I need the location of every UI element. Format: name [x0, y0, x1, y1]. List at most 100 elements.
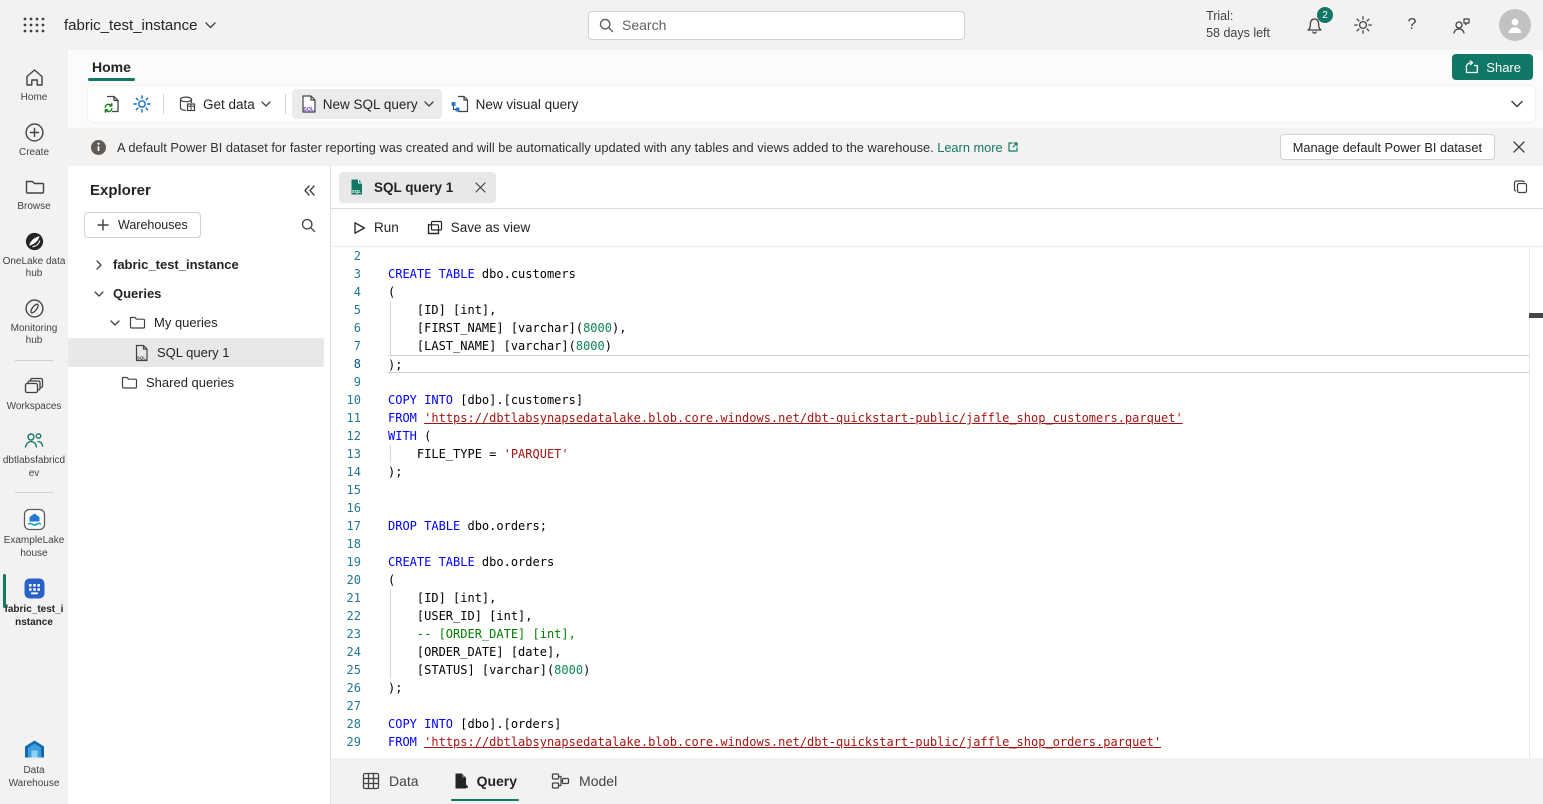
code-line[interactable]: 19CREATE TABLE dbo.orders: [331, 553, 1543, 571]
new-warehouse-button[interactable]: Warehouses: [84, 212, 201, 238]
tree-item-shared-queries[interactable]: Shared queries: [68, 368, 330, 397]
notifications-button[interactable]: 2: [1303, 14, 1325, 36]
code-line[interactable]: 24 [ORDER_DATE] [date],: [331, 643, 1543, 661]
code-line[interactable]: 15: [331, 481, 1543, 499]
close-tab-button[interactable]: [475, 182, 486, 193]
code-line[interactable]: 29FROM 'https://dbtlabsynapsedatalake.bl…: [331, 733, 1543, 751]
warehouse-settings-button[interactable]: [127, 89, 157, 119]
folder-icon: [23, 175, 46, 198]
account-avatar[interactable]: [1499, 9, 1531, 41]
code-line[interactable]: 4(: [331, 283, 1543, 301]
run-button[interactable]: Run: [343, 214, 409, 241]
share-icon: [1464, 60, 1479, 74]
save-as-view-button[interactable]: Save as view: [417, 214, 541, 241]
rail-item-monitoring-hub[interactable]: Monitoring hub: [0, 291, 68, 354]
code-line[interactable]: 20(: [331, 571, 1543, 589]
code-text: FROM 'https://dbtlabsynapsedatalake.blob…: [388, 409, 1543, 427]
code-line[interactable]: 18: [331, 535, 1543, 553]
query-tab[interactable]: SQL SQL query 1: [339, 172, 496, 203]
code-line[interactable]: 5 [ID] [int],: [331, 301, 1543, 319]
line-number: 13: [331, 445, 361, 463]
rail-item-data-warehouse[interactable]: Data Warehouse: [0, 731, 68, 796]
collapse-panel-icon[interactable]: [303, 185, 316, 196]
tree-item-sql-query-1[interactable]: SQL SQL query 1: [68, 338, 324, 367]
code-line[interactable]: 13 FILE_TYPE = 'PARQUET': [331, 445, 1543, 463]
rail-item-onelake-data-hub[interactable]: OneLake data hub: [0, 224, 68, 287]
plus-icon: [97, 219, 109, 231]
tab-model[interactable]: Model: [549, 768, 619, 794]
code-line[interactable]: 23 -- [ORDER_DATE] [int],: [331, 625, 1543, 643]
trial-status: Trial: 58 days left: [1206, 8, 1270, 42]
code-line[interactable]: 28COPY INTO [dbo].[orders]: [331, 715, 1543, 733]
code-line[interactable]: 17DROP TABLE dbo.orders;: [331, 517, 1543, 535]
line-number: 21: [331, 589, 361, 607]
refresh-button[interactable]: [98, 89, 127, 119]
rail-item-create[interactable]: Create: [0, 115, 68, 166]
code-line[interactable]: 6 [FIRST_NAME] [varchar](8000),: [331, 319, 1543, 337]
rail-item-fabric-test-instance[interactable]: fabric_test_instance: [0, 570, 68, 635]
rail-item-dbtlabsfabricdev[interactable]: dbtlabsfabricdev: [0, 423, 68, 486]
editor-scrollbar[interactable]: [1529, 247, 1543, 758]
banner-close-button[interactable]: [1509, 137, 1529, 157]
code-text: [388, 481, 1543, 499]
code-line[interactable]: 11FROM 'https://dbtlabsynapsedatalake.bl…: [331, 409, 1543, 427]
search-input[interactable]: Search: [588, 11, 965, 40]
tree-item-warehouse[interactable]: fabric_test_instance: [68, 250, 330, 279]
share-button[interactable]: Share: [1452, 54, 1533, 80]
code-line[interactable]: 14);: [331, 463, 1543, 481]
settings-button[interactable]: [1352, 14, 1374, 36]
code-line[interactable]: 10COPY INTO [dbo].[customers]: [331, 391, 1543, 409]
code-text: [USER_ID] [int],: [388, 607, 1543, 625]
code-line[interactable]: 7 [LAST_NAME] [varchar](8000): [331, 337, 1543, 355]
code-text: -- [ORDER_DATE] [int],: [388, 625, 1543, 643]
code-line[interactable]: 27: [331, 697, 1543, 715]
code-line[interactable]: 3CREATE TABLE dbo.customers: [331, 265, 1543, 283]
code-text: WITH (: [388, 427, 1543, 445]
top-bar: fabric_test_instance Search Trial: 58 da…: [0, 0, 1543, 50]
learn-more-link[interactable]: Learn more: [937, 140, 1018, 155]
code-text: (: [388, 571, 1543, 589]
new-sql-query-button[interactable]: SQL New SQL query: [292, 89, 442, 119]
explorer-search-icon[interactable]: [301, 218, 316, 233]
new-visual-query-label: New visual query: [476, 97, 579, 112]
close-icon: [1513, 141, 1525, 153]
rail-item-examplelakehouse[interactable]: ExampleLakehouse: [0, 501, 68, 566]
rail-item-home[interactable]: Home: [0, 60, 68, 111]
ribbon-tab-home[interactable]: Home: [90, 53, 133, 81]
onelake-icon: [23, 230, 46, 253]
copy-icon[interactable]: [1512, 179, 1529, 196]
code-line[interactable]: 2: [331, 247, 1543, 265]
rail-item-browse[interactable]: Browse: [0, 169, 68, 220]
line-number: 19: [331, 553, 361, 571]
help-button[interactable]: ?: [1401, 14, 1423, 36]
line-number: 8: [331, 355, 361, 373]
tab-data[interactable]: Data: [360, 768, 421, 794]
collapse-ribbon-chevron-icon[interactable]: [1511, 100, 1523, 108]
get-data-button[interactable]: Get data: [170, 90, 279, 119]
line-number: 12: [331, 427, 361, 445]
rail-item-workspaces[interactable]: Workspaces: [0, 369, 68, 420]
feedback-icon: [1451, 16, 1472, 35]
tab-query[interactable]: Query: [451, 768, 519, 794]
notification-badge: 2: [1317, 7, 1333, 23]
app-launcher-icon[interactable]: [22, 15, 46, 35]
sql-editor[interactable]: 23CREATE TABLE dbo.customers4(5 [ID] [in…: [331, 247, 1543, 758]
manage-dataset-button[interactable]: Manage default Power BI dataset: [1280, 134, 1495, 160]
feedback-button[interactable]: [1450, 14, 1472, 36]
tree-item-queries[interactable]: Queries: [68, 279, 330, 308]
code-line[interactable]: 12 WITH (: [331, 427, 1543, 445]
gear-icon: [1353, 15, 1373, 35]
workspaces-icon: [23, 375, 46, 398]
code-line[interactable]: 25 [STATUS] [varchar](8000): [331, 661, 1543, 679]
workspace-switcher[interactable]: fabric_test_instance: [64, 17, 216, 34]
code-line[interactable]: 22 [USER_ID] [int],: [331, 607, 1543, 625]
code-line[interactable]: 8);: [331, 355, 1543, 373]
new-visual-query-button[interactable]: New visual query: [442, 89, 587, 119]
tree-item-my-queries[interactable]: My queries: [68, 308, 330, 337]
code-line[interactable]: 9: [331, 373, 1543, 391]
chevron-down-icon: [424, 101, 434, 107]
code-line[interactable]: 21 [ID] [int],: [331, 589, 1543, 607]
code-line[interactable]: 16: [331, 499, 1543, 517]
code-line[interactable]: 26);: [331, 679, 1543, 697]
home-icon: [23, 66, 46, 89]
